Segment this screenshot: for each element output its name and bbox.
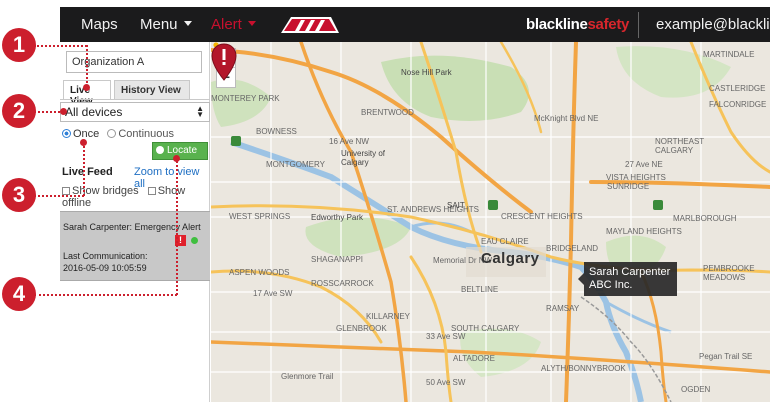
- chevron-down-icon: [183, 21, 192, 26]
- brand-logo-part-2: safety: [587, 16, 630, 33]
- radio-once[interactable]: [62, 129, 71, 138]
- map-label-killarney: KILLARNEY: [366, 312, 411, 321]
- tooltip-name: Sarah Carpenter: [589, 266, 671, 278]
- nav-alert-dropdown[interactable]: Alert: [211, 16, 256, 33]
- map-label-martindale: MARTINDALE: [703, 50, 755, 59]
- sidebar-panel: Organization A Live View History View Al…: [60, 42, 210, 402]
- map-label-mayland: MAYLAND HEIGHTS: [606, 227, 682, 236]
- map-canvas[interactable]: + − Nose Hill Park BRENTWOOD University …: [211, 42, 770, 402]
- step-1-target-dot: [83, 84, 90, 91]
- map-label-west-springs: WEST SPRINGS: [229, 212, 291, 221]
- nav-alert-label: Alert: [211, 16, 242, 33]
- brand-logo: blacklinesafety: [526, 16, 629, 33]
- map-label-bowness: BOWNESS: [256, 127, 297, 136]
- show-bridges-checkbox[interactable]: [62, 187, 70, 195]
- map-label-castleridge: CASTLERIDGE: [709, 84, 766, 93]
- show-offline-checkbox[interactable]: [147, 187, 156, 195]
- live-feed-heading: Live Feed: [62, 166, 113, 178]
- brand-logo-part-1: blackline: [526, 16, 588, 33]
- online-status-dot: [191, 237, 198, 244]
- step-4-leader-vertical: [176, 158, 178, 295]
- map-label-monterey: MONTEREY PARK: [211, 94, 280, 103]
- map-label-eau-claire: EAU CLAIRE: [481, 237, 529, 246]
- map-label-shaganappi: SHAGANAPPI: [311, 255, 364, 264]
- step-2-marker: 2: [2, 94, 36, 128]
- nav-menu-label: Menu: [140, 16, 178, 33]
- radio-once-label: Once: [73, 128, 100, 140]
- map-label-sunridge: SUNRIDGE: [607, 182, 650, 191]
- tab-history-view[interactable]: History View: [114, 80, 190, 100]
- step-3-marker: 3: [2, 178, 36, 212]
- nav-divider: [638, 12, 639, 38]
- tooltip-org: ABC Inc.: [589, 279, 633, 291]
- map-label-16-ave: 16 Ave NW: [329, 137, 369, 146]
- locate-button-label: Locate: [167, 145, 198, 156]
- map-label-50-ave: 50 Ave SW: [426, 378, 466, 387]
- step-3-leader: [34, 195, 84, 197]
- step-1-leader: [34, 45, 87, 47]
- map-label-brentwood: BRENTWOOD: [361, 108, 414, 117]
- user-account-menu[interactable]: example@blacklin: [656, 16, 770, 33]
- map-label-glenmore: Glenmore Trail: [281, 372, 334, 381]
- map-label-beltline: BELTLINE: [461, 285, 499, 294]
- map-label-17-ave: 17 Ave SW: [253, 289, 293, 298]
- map-label-bridgeland: BRIDGELAND: [546, 244, 599, 253]
- live-feed-item[interactable]: Sarah Carpenter: Emergency Alert ! Last …: [60, 211, 210, 281]
- device-tooltip: Sarah Carpenter ABC Inc.: [578, 262, 677, 296]
- locate-button[interactable]: Locate: [152, 142, 208, 160]
- step-3-leader-vertical: [83, 143, 85, 196]
- radio-continuous-label: Continuous: [118, 128, 175, 140]
- alert-warning-icon[interactable]: [279, 15, 341, 35]
- step-1-marker: 1: [2, 28, 36, 62]
- map-label-calgary: Calgary: [481, 250, 540, 267]
- map-label-27-ave: 27 Ave NE: [625, 160, 663, 169]
- map-label-alyth: ALYTH/BONNYBROOK: [541, 364, 626, 373]
- step-1-leader-vertical: [86, 45, 88, 87]
- top-nav-bar: Maps Menu Alert blacklinesafety example@…: [60, 7, 770, 42]
- map-label-marlborough: MARLBOROUGH: [673, 214, 737, 223]
- map-label-sait: SAIT: [447, 201, 465, 210]
- map-label-st-andrews: ST. ANDREWS HEIGHTS: [387, 205, 480, 214]
- map-label-altadore: ALTADORE: [453, 354, 495, 363]
- last-communication-timestamp: 2016-05-09 10:05:59: [63, 263, 147, 273]
- screenshot-root: Maps Menu Alert blacklinesafety example@…: [0, 0, 770, 402]
- alert-location-pin-icon[interactable]: [211, 42, 237, 82]
- radio-continuous[interactable]: [107, 129, 117, 138]
- map-label-vista: VISTA HEIGHTS: [606, 173, 666, 182]
- map-label-northeast: NORTHEAST CALGARY: [655, 137, 705, 155]
- nav-menu-dropdown[interactable]: Menu: [140, 16, 192, 33]
- map-label-pegan: Pegan Trail SE: [699, 352, 753, 361]
- map-label-edworthy: Edworthy Park: [311, 213, 364, 222]
- step-3-target-dot: [80, 139, 87, 146]
- map-label-mcknight: McKnight Blvd NE: [534, 114, 599, 123]
- map-label-ogden: OGDEN: [681, 385, 711, 394]
- step-4-target-dot: [173, 155, 180, 162]
- select-arrows-icon: ▲ ▼: [196, 104, 204, 119]
- step-4-leader: [34, 294, 177, 296]
- map-label-33-ave: 33 Ave SW: [426, 332, 466, 341]
- map-label-glenbrook: GLENBROOK: [336, 324, 387, 333]
- step-4-marker: 4: [2, 277, 36, 311]
- feed-item-title: Sarah Carpenter: Emergency Alert: [63, 222, 201, 232]
- locate-icon: [156, 146, 164, 154]
- map-label-pembrooke: PEMBROOKE MEADOWS: [703, 264, 755, 282]
- step-2-target-dot: [60, 108, 67, 115]
- chevron-down-icon: [247, 21, 256, 26]
- last-communication-label: Last Communication:: [63, 251, 148, 261]
- map-label-nose-hill: Nose Hill Park: [401, 68, 452, 77]
- map-label-falconridge: FALCONRIDGE: [709, 100, 767, 109]
- device-select-value: All devices: [65, 105, 123, 119]
- map-label-montgomery: MONTGOMERY: [266, 160, 325, 169]
- tab-divider: [60, 99, 210, 100]
- map-label-aspen-woods: ASPEN WOODS: [229, 268, 290, 277]
- device-select[interactable]: All devices ▲ ▼: [60, 102, 210, 122]
- map-label-university: University of Calgary: [341, 149, 386, 167]
- map-label-ramsay: RAMSAY: [546, 304, 580, 313]
- locate-mode-group: Once Continuous: [62, 128, 174, 140]
- map-label-rosscarrock: ROSSCARROCK: [311, 279, 374, 288]
- nav-maps-link[interactable]: Maps: [81, 16, 118, 33]
- map-label-crescent: CRESCENT HEIGHTS: [501, 212, 583, 221]
